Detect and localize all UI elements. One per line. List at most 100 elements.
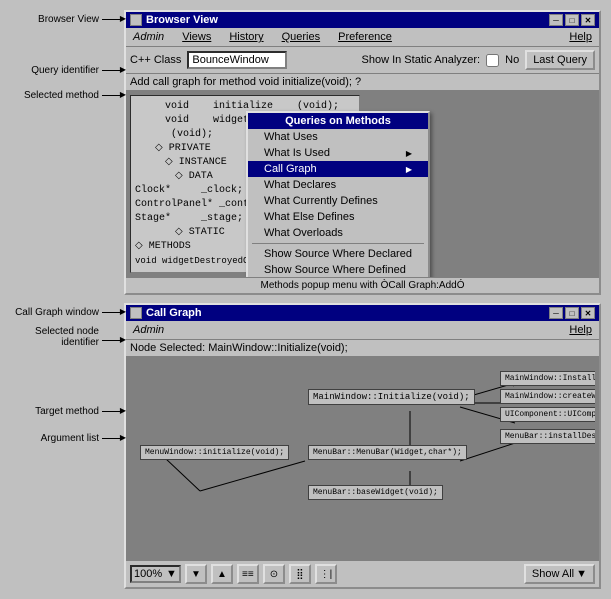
selected-node-label: Selected nodeidentifier	[35, 326, 99, 348]
cg-menu-help[interactable]: Help	[566, 323, 595, 337]
cg-titlebar-title: Call Graph	[130, 307, 202, 319]
menu-item-what-uses[interactable]: What Uses	[248, 129, 428, 145]
context-menu-title: Queries on Methods	[248, 113, 428, 129]
argument-list-label: Argument list	[41, 433, 99, 444]
graph-node-main-initialize[interactable]: MainWindow::Initialize(void);	[308, 389, 475, 405]
cg-close-button[interactable]: ✕	[581, 307, 595, 319]
browser-view-window: Browser View ─ □ ✕ Admin Views History Q…	[124, 10, 601, 295]
titlebar-title-group: Browser View	[130, 14, 218, 26]
context-menu: Queries on Methods What Uses What Is Use…	[246, 111, 430, 277]
node-selected-text: Node Selected: MainWindow::Initialize(vo…	[130, 342, 348, 354]
menu-item-what-declares[interactable]: What Declares	[248, 177, 428, 193]
target-method-arrow	[102, 411, 120, 412]
browser-view-section: Browser View Query identifier Selected m…	[10, 10, 601, 295]
cg-menu-admin[interactable]: Admin	[130, 323, 167, 337]
no-label: No	[505, 54, 519, 66]
graph-node-menubar[interactable]: MenuBar::MenuBar(Widget,char*);	[308, 445, 467, 460]
call-graph-content: MainWindow::Initialize(void); MainWindow…	[126, 357, 599, 560]
menu-queries[interactable]: Queries	[279, 30, 324, 44]
browser-toolbar: C++ Class Show In Static Analyzer: No La…	[126, 47, 599, 74]
selected-method-label: Selected method	[24, 90, 99, 101]
call-graph-titlebar: Call Graph ─ □ ✕	[126, 305, 599, 321]
menu-item-show-declared[interactable]: Show Source Where Declared	[248, 246, 428, 262]
context-menu-overlay: Queries on Methods What Uses What Is Use…	[246, 111, 430, 277]
query-bar: Add call graph for method void initializ…	[126, 74, 599, 91]
node-label-menubar-install: MenuBar::installDestroyHandler(vo	[505, 432, 595, 441]
popup-note-text: Methods popup menu with ÒCall Graph:AddÓ	[261, 280, 465, 291]
show-all-label: Show All	[532, 568, 574, 580]
call-graph-section: Call Graph window Selected nodeidentifie…	[10, 303, 601, 589]
node-label-create-work-area: MainWindow::createWorkArea(Widget);	[505, 392, 595, 401]
show-all-button[interactable]: Show All ▼	[524, 564, 595, 584]
argument-list-arrow	[102, 438, 120, 439]
browser-content-area: void initialize (void); void widgetDestr…	[126, 91, 599, 277]
tool-btn-center[interactable]: ⊙	[263, 564, 285, 584]
graph-node-install-destroy[interactable]: MainWindow::InstallDestroyHandler(void	[500, 371, 595, 386]
menu-history[interactable]: History	[226, 30, 266, 44]
maximize-button[interactable]: □	[565, 14, 579, 26]
graph-node-menubar-base[interactable]: MenuBar::baseWidget(void);	[308, 485, 443, 500]
node-label-uicomponent: UIComponent::UIComponent(const	[505, 410, 595, 419]
menu-item-what-overloads[interactable]: What Overloads	[248, 225, 428, 241]
call-graph-title: Call Graph	[146, 307, 202, 319]
node-selected-bar: Node Selected: MainWindow::Initialize(vo…	[126, 340, 599, 357]
call-graph-left-labels: Call Graph window Selected nodeidentifie…	[10, 303, 120, 444]
cg-title-icon	[130, 307, 142, 319]
bottom-left-tools: 100% ▼ ▼ ▲ ≡≡ ⊙ ⣿ ⋮|	[130, 564, 337, 584]
tool-btn-layout[interactable]: ⣿	[289, 564, 311, 584]
window-controls: ─ □ ✕	[549, 14, 595, 26]
static-checkbox[interactable]	[486, 54, 499, 67]
tool-btn-fit[interactable]: ≡≡	[237, 564, 259, 584]
zoom-dropdown-icon: ▼	[166, 568, 177, 580]
selected-node-arrow	[102, 340, 120, 341]
cg-maximize-button[interactable]: □	[565, 307, 579, 319]
tool-btn-down[interactable]: ▼	[185, 564, 207, 584]
browser-view-titlebar: Browser View ─ □ ✕	[126, 12, 599, 28]
query-identifier-arrow	[102, 70, 120, 71]
node-label-main-initialize: MainWindow::Initialize(void);	[313, 392, 470, 402]
menu-help[interactable]: Help	[566, 30, 595, 44]
menu-admin[interactable]: Admin	[130, 30, 167, 44]
graph-node-menubar-install[interactable]: MenuBar::installDestroyHandler(vo	[500, 429, 595, 444]
class-input[interactable]	[187, 51, 287, 69]
browser-view-left-labels: Browser View Query identifier Selected m…	[10, 10, 120, 101]
query-identifier-label: Query identifier	[31, 65, 99, 76]
menu-item-what-is-used[interactable]: What Is Used	[248, 145, 428, 161]
cg-window-controls: ─ □ ✕	[549, 307, 595, 319]
browser-menubar: Admin Views History Queries Preference H…	[126, 28, 599, 47]
menu-item-show-defined[interactable]: Show Source Where Defined	[248, 262, 428, 277]
menu-item-what-currently-defines[interactable]: What Currently Defines	[248, 193, 428, 209]
menu-item-what-else-defines[interactable]: What Else Defines	[248, 209, 428, 225]
close-button[interactable]: ✕	[581, 14, 595, 26]
node-label-install-destroy: MainWindow::InstallDestroyHandler(void	[505, 374, 595, 383]
graph-node-menuwindow[interactable]: MenuWindow::initialize(void);	[140, 445, 289, 460]
tool-btn-extra[interactable]: ⋮|	[315, 564, 337, 584]
class-label: C++ Class	[130, 54, 181, 66]
menu-views[interactable]: Views	[179, 30, 214, 44]
graph-node-uicomponent[interactable]: UIComponent::UIComponent(const	[500, 407, 595, 422]
browser-view-title: Browser View	[146, 14, 218, 26]
query-text: Add call graph for method void initializ…	[130, 76, 361, 88]
popup-note: Methods popup menu with ÒCall Graph:AddÓ	[126, 277, 599, 293]
selected-method-arrow	[102, 95, 120, 96]
cg-minimize-button[interactable]: ─	[549, 307, 563, 319]
node-label-menubar-base: MenuBar::baseWidget(void);	[313, 488, 438, 497]
menu-preference[interactable]: Preference	[335, 30, 395, 44]
main-container: Browser View Query identifier Selected m…	[10, 10, 601, 589]
menu-item-call-graph[interactable]: Call Graph	[248, 161, 428, 177]
minimize-button[interactable]: ─	[549, 14, 563, 26]
static-label: Show In Static Analyzer:	[362, 54, 481, 66]
title-icon	[130, 14, 142, 26]
zoom-control: 100% ▼	[130, 565, 181, 583]
cg-menubar: Admin Help	[126, 321, 599, 340]
last-query-button[interactable]: Last Query	[525, 50, 595, 70]
graph-node-create-work-area[interactable]: MainWindow::createWorkArea(Widget);	[500, 389, 595, 404]
call-graph-window-label: Call Graph window	[15, 307, 99, 318]
target-method-label: Target method	[35, 406, 99, 417]
zoom-label: 100%	[134, 568, 164, 580]
call-graph-window: Call Graph ─ □ ✕ Admin Help Node Selecte…	[124, 303, 601, 589]
show-all-arrow-icon: ▼	[576, 568, 587, 580]
browser-view-label: Browser View	[38, 14, 99, 25]
menu-separator-1	[252, 243, 424, 244]
tool-btn-up[interactable]: ▲	[211, 564, 233, 584]
